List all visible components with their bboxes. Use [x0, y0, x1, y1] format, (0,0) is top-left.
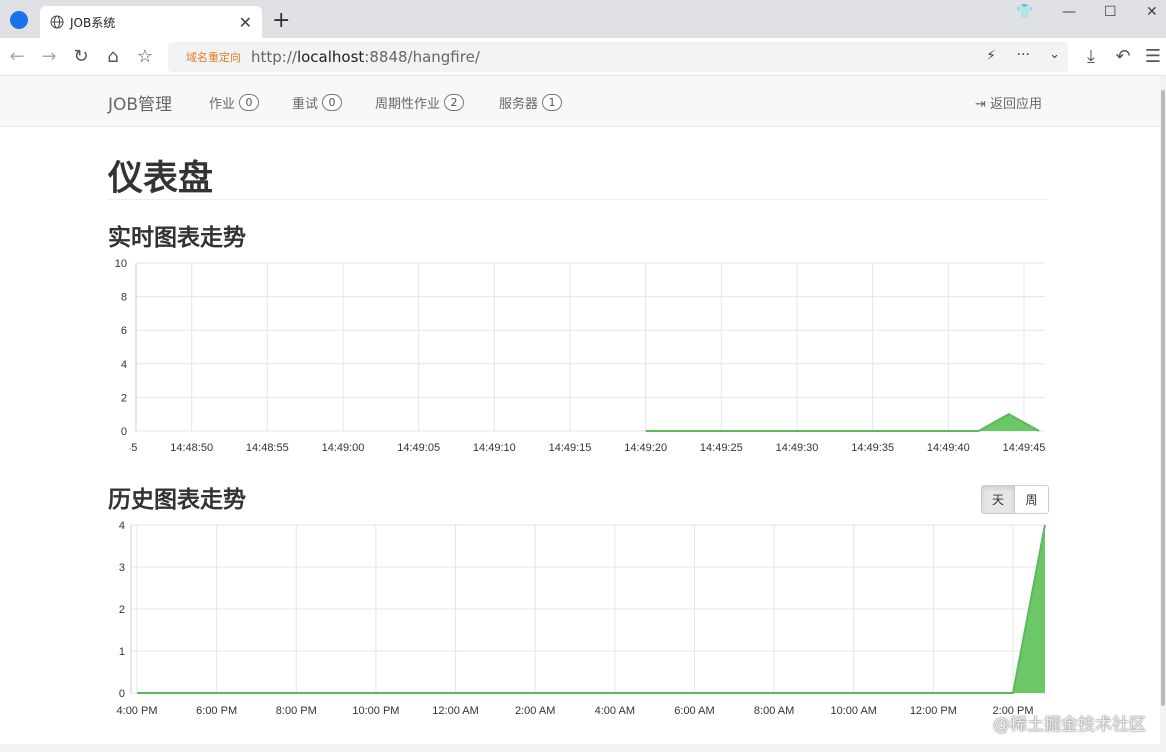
x-tick-label: 6:00 PM	[196, 705, 237, 717]
y-tick-label: 4	[119, 520, 125, 532]
x-tick-label: 6:00 AM	[674, 705, 714, 717]
y-tick-label: 1	[119, 646, 125, 658]
bottom-strip	[0, 744, 1160, 752]
x-tick-label: 12:00 PM	[910, 705, 957, 717]
x-tick-label: 2:00 AM	[515, 705, 555, 717]
x-tick-label: 4:00 AM	[595, 705, 635, 717]
x-tick-label: 10:00 PM	[352, 705, 399, 717]
x-tick-label: 12:00 AM	[432, 705, 478, 717]
x-tick-label: 10:00 AM	[830, 705, 876, 717]
y-tick-label: 2	[119, 604, 125, 616]
history-chart: 0 1 2 3 4 4:00 PM 6:00 PM 8:00 PM 10:00 PM 12:00 …	[117, 520, 1046, 717]
watermark: @稀土掘金技术社区	[993, 715, 1146, 735]
x-tick-label: 8:00 PM	[276, 705, 317, 717]
x-tick-label: 4:00 PM	[117, 705, 158, 717]
x-tick-label: 8:00 AM	[754, 705, 794, 717]
y-tick-label: 3	[119, 562, 125, 574]
y-tick-label: 0	[119, 688, 125, 700]
